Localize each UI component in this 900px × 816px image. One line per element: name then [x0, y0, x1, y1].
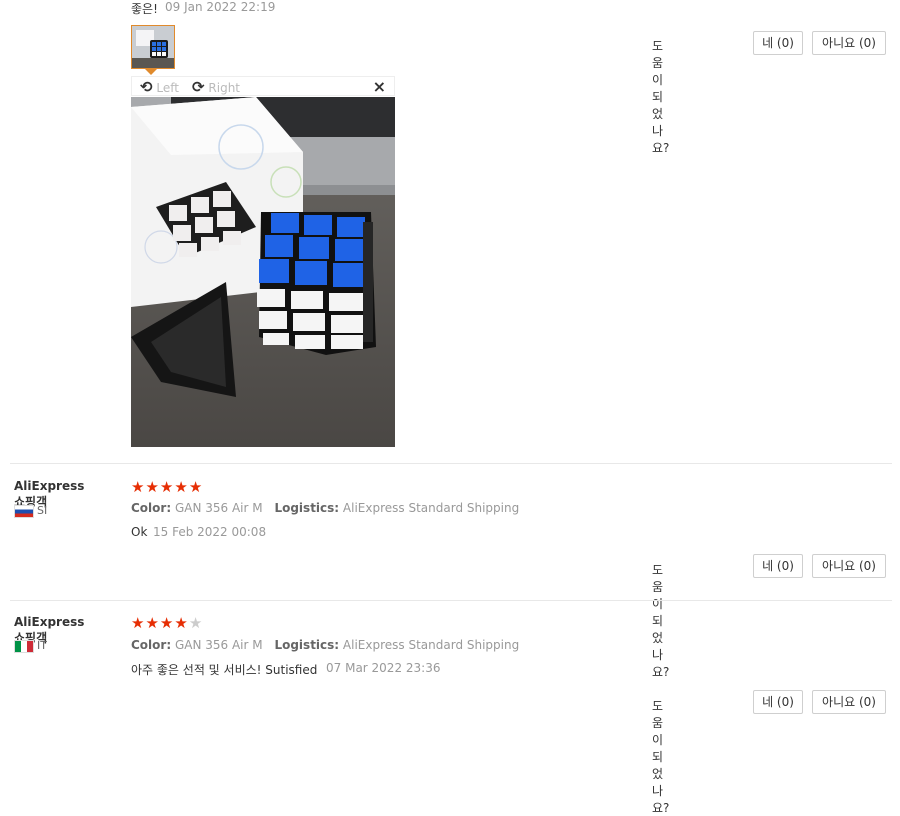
- color-label: Color:: [131, 501, 172, 515]
- photo-viewer-toolbar: ⟲ Left ⟳ Right ×: [131, 76, 395, 96]
- rotate-right-button[interactable]: ⟳ Right: [192, 78, 240, 96]
- review-date: 07 Mar 2022 23:36: [326, 661, 441, 675]
- rating-stars: ★★★★★: [131, 479, 203, 495]
- helpful-no-button[interactable]: 아니요 (0): [812, 690, 886, 714]
- color-value: GAN 356 Air M: [174, 638, 263, 652]
- rotate-right-label: Right: [208, 81, 241, 95]
- color-label: Color:: [131, 638, 172, 652]
- star-filled-icon: ★: [174, 478, 189, 496]
- flag-si-icon: [14, 505, 34, 518]
- star-empty-icon: ★: [188, 614, 204, 632]
- star-filled-icon: ★: [174, 614, 189, 632]
- helpful-question: 도움이 되었나요?: [652, 39, 670, 155]
- thumbnail-image: [132, 26, 174, 68]
- logistics-value: AliExpress Standard Shipping: [342, 501, 520, 515]
- cube-photo-image: [131, 97, 395, 447]
- review-text: Ok: [131, 525, 148, 539]
- color-value: GAN 356 Air M: [174, 501, 263, 515]
- review-text: 아주 좋은 선적 및 서비스! Sutisfied: [131, 663, 318, 677]
- helpful-yes-button[interactable]: 네 (0): [753, 31, 803, 55]
- logistics-label: Logistics:: [274, 501, 340, 515]
- review-divider: [10, 600, 892, 601]
- reviewer-country: IT: [37, 639, 47, 652]
- review-photo-thumbnail[interactable]: [131, 25, 175, 69]
- review-date: 15 Feb 2022 00:08: [153, 525, 267, 539]
- thumbnail-selected-arrow: [145, 69, 157, 75]
- star-filled-icon: ★: [188, 478, 204, 496]
- logistics-label: Logistics:: [274, 638, 340, 652]
- review-date: 09 Jan 2022 22:19: [165, 0, 276, 14]
- rotate-left-button[interactable]: ⟲ Left: [140, 78, 179, 96]
- helpful-yes-button[interactable]: 네 (0): [753, 554, 803, 578]
- review-divider: [10, 463, 892, 464]
- helpful-question: 도움이 되었나요?: [652, 563, 670, 679]
- reviewer-country: SI: [37, 504, 48, 517]
- review-photo-large: [131, 97, 395, 447]
- rotate-left-label: Left: [156, 81, 179, 95]
- flag-it-icon: [14, 640, 34, 653]
- rating-stars: ★★★★★: [131, 615, 203, 631]
- helpful-no-button[interactable]: 아니요 (0): [812, 31, 886, 55]
- rotate-right-icon: ⟳: [192, 78, 205, 96]
- close-icon: ×: [372, 77, 386, 96]
- star-filled-icon: ★: [145, 478, 160, 496]
- product-attributes: Color: GAN 356 Air M Logistics: AliExpre…: [131, 501, 519, 515]
- rotate-left-icon: ⟲: [140, 78, 153, 96]
- review-text: 좋은!: [131, 2, 158, 16]
- close-viewer-button[interactable]: ×: [373, 77, 386, 96]
- logistics-value: AliExpress Standard Shipping: [342, 638, 520, 652]
- helpful-question: 도움이 되었나요?: [652, 699, 670, 815]
- star-filled-icon: ★: [159, 614, 175, 632]
- star-filled-icon: ★: [159, 478, 175, 496]
- helpful-no-button[interactable]: 아니요 (0): [812, 554, 886, 578]
- star-filled-icon: ★: [131, 614, 146, 632]
- star-filled-icon: ★: [131, 478, 146, 496]
- product-attributes: Color: GAN 356 Air M Logistics: AliExpre…: [131, 638, 519, 652]
- star-filled-icon: ★: [145, 614, 160, 632]
- helpful-yes-button[interactable]: 네 (0): [753, 690, 803, 714]
